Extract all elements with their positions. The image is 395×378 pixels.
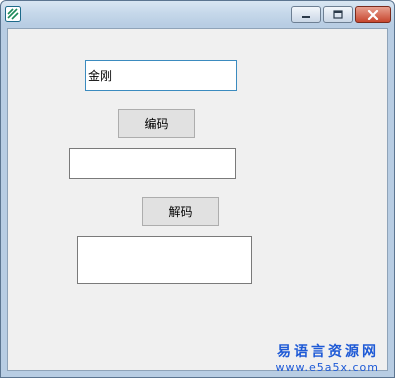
source-text-input[interactable] [85, 60, 237, 91]
app-logo-icon[interactable] [5, 6, 21, 22]
close-button[interactable] [355, 6, 391, 23]
minimize-button[interactable] [291, 6, 321, 23]
maximize-button[interactable] [323, 6, 353, 23]
decode-button[interactable]: 解码 [142, 197, 219, 226]
minimize-icon [302, 15, 310, 18]
encode-button[interactable]: 编码 [118, 109, 195, 138]
site-watermark: 易语言资源网 www.e5a5x.com [276, 343, 379, 374]
watermark-site-url: www.e5a5x.com [275, 361, 379, 374]
app-window: 编码 解码 易语言资源网 www.e5a5x.com [0, 0, 395, 378]
encoded-output-field[interactable] [69, 148, 236, 179]
watermark-site-name: 易语言资源网 [277, 344, 379, 360]
close-icon [367, 9, 379, 20]
title-bar[interactable] [1, 1, 394, 29]
decoded-output-field[interactable] [77, 236, 252, 284]
client-area: 编码 解码 易语言资源网 www.e5a5x.com [7, 28, 388, 374]
maximize-icon [333, 10, 343, 19]
